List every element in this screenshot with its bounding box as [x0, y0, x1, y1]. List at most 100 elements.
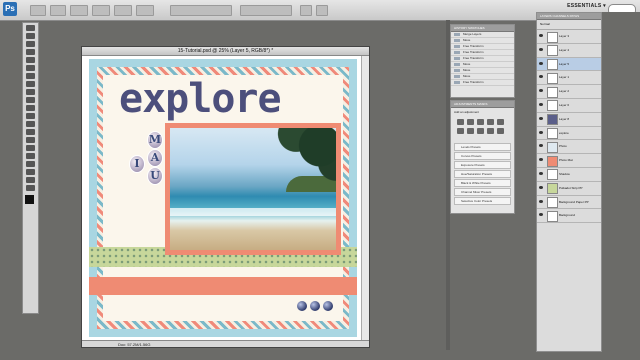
quick-select-tool-icon[interactable]	[26, 49, 35, 55]
visibility-eye-icon[interactable]	[539, 116, 543, 120]
document-title-tab[interactable]: 15-Tutorial.psd @ 25% (Layer 5, RGB/8*) …	[82, 47, 369, 56]
options-toggle-button[interactable]	[316, 5, 328, 16]
layer-row[interactable]: Layer 4	[537, 44, 601, 58]
path-select-tool-icon[interactable]	[26, 153, 35, 159]
eraser-tool-icon[interactable]	[26, 105, 35, 111]
history-state-label: Move	[463, 38, 471, 42]
layer-row[interactable]: Background Paper PP	[537, 196, 601, 210]
status-bar: Doc: 57.2M/1.56G	[82, 340, 369, 347]
letter-circle: U	[147, 167, 163, 185]
layer-thumbnail	[547, 197, 558, 209]
options-field[interactable]	[240, 5, 292, 16]
visibility-eye-icon[interactable]	[539, 199, 543, 203]
hand-tool-icon[interactable]	[26, 177, 35, 183]
layer-row[interactable]: Photo Mat	[537, 154, 601, 168]
layer-row[interactable]: Shadow	[537, 168, 601, 182]
foreground-color-swatch[interactable]	[25, 195, 34, 204]
layer-row[interactable]: Polkadot Strip PP	[537, 182, 601, 196]
zoom-tool-button[interactable]	[136, 5, 154, 16]
history-brush-tool-icon[interactable]	[26, 97, 35, 103]
layer-row[interactable]: Layer 8	[537, 113, 601, 127]
layer-thumbnail	[547, 45, 558, 57]
mini-bridge-button[interactable]	[50, 5, 66, 16]
visibility-eye-icon[interactable]	[539, 34, 543, 37]
crop-tool-icon[interactable]	[26, 57, 35, 63]
history-panel-tabs[interactable]: HISTORY SWATCHES	[451, 25, 514, 32]
pen-tool-icon[interactable]	[26, 137, 35, 143]
document-window: 15-Tutorial.psd @ 25% (Layer 5, RGB/8*) …	[81, 46, 370, 348]
layer-row[interactable]: Layer 3	[537, 30, 601, 44]
levels-icon[interactable]	[467, 119, 474, 125]
workspace-switcher[interactable]: ESSENTIALS ▾	[567, 3, 606, 9]
type-tool-icon[interactable]	[26, 145, 35, 151]
layers-panel-tabs[interactable]: LAYERS CHANNELS PATHS	[537, 13, 601, 20]
layer-row[interactable]: Photo	[537, 140, 601, 155]
color-balance-icon[interactable]	[467, 128, 474, 134]
channel-mixer-icon[interactable]	[497, 128, 504, 134]
visibility-eye-icon[interactable]	[539, 171, 543, 175]
healing-brush-tool-icon[interactable]	[26, 73, 35, 79]
adjustment-preset[interactable]: Levels Presets	[454, 143, 511, 151]
marquee-tool-icon[interactable]	[26, 33, 35, 39]
blend-mode-select[interactable]: Normal	[537, 20, 601, 30]
adjustment-preset[interactable]: Curves Presets	[454, 152, 511, 160]
layer-row[interactable]: Background	[537, 209, 601, 224]
adjustment-preset[interactable]: Channel Mixer Presets	[454, 188, 511, 196]
adjustment-preset[interactable]: Selective Color Presets	[454, 197, 511, 205]
check-button[interactable]	[300, 5, 312, 16]
gradient-tool-icon[interactable]	[26, 113, 35, 119]
move-tool-icon[interactable]	[26, 25, 35, 31]
zoom-level-button[interactable]	[92, 5, 110, 16]
options-field[interactable]	[170, 5, 232, 16]
layer-thumbnail	[547, 72, 558, 84]
eyedropper-tool-icon[interactable]	[26, 65, 35, 71]
exposure-icon[interactable]	[487, 119, 494, 125]
visibility-eye-icon[interactable]	[539, 185, 543, 189]
layer-row[interactable]: Layer 2	[537, 85, 601, 99]
history-state[interactable]: Free Transform	[451, 80, 514, 86]
photo-filter-icon[interactable]	[487, 128, 494, 134]
adjustments-panel-tabs[interactable]: ADJUSTMENTS MASKS	[451, 101, 514, 108]
vibrance-icon[interactable]	[497, 119, 504, 125]
photoshop-window: Ps ESSENTIALS ▾ 15-Tutorial.psd @ 25% (L…	[0, 0, 640, 360]
dodge-tool-icon[interactable]	[26, 129, 35, 135]
layer-row[interactable]: Layer 1	[537, 71, 601, 86]
history-state-icon	[454, 45, 460, 48]
adjustment-preset[interactable]: Exposure Presets	[454, 161, 511, 169]
shape-tool-icon[interactable]	[26, 161, 35, 167]
visibility-eye-icon[interactable]	[539, 102, 543, 106]
hand-tool-button[interactable]	[114, 5, 132, 16]
layer-row[interactable]: Layer 6	[537, 99, 601, 113]
zoom-tool-icon[interactable]	[26, 185, 35, 191]
layer-row[interactable]: explore	[537, 127, 601, 141]
bridge-button[interactable]	[30, 5, 46, 16]
scrapbook-canvas[interactable]: explore M A U I	[89, 59, 357, 337]
brush-tool-icon[interactable]	[26, 81, 35, 87]
history-state-label: Free Transform	[463, 50, 484, 54]
black-white-icon[interactable]	[477, 128, 484, 134]
visibility-eye-icon[interactable]	[539, 47, 543, 51]
visibility-eye-icon[interactable]	[539, 75, 543, 79]
visibility-eye-icon[interactable]	[539, 61, 543, 65]
layer-thumbnail	[547, 169, 558, 181]
adjustment-preset[interactable]: Black & White Presets	[454, 179, 511, 187]
blur-tool-icon[interactable]	[26, 121, 35, 127]
history-state-icon	[454, 57, 460, 60]
history-panel: HISTORY SWATCHES Merge Layers Move Free Tr…	[450, 24, 515, 98]
3d-rotate-tool-icon[interactable]	[26, 169, 35, 175]
visibility-eye-icon[interactable]	[539, 213, 543, 217]
layer-thumbnail	[547, 86, 558, 98]
visibility-eye-icon[interactable]	[539, 89, 543, 93]
lasso-tool-icon[interactable]	[26, 41, 35, 47]
hue-saturation-icon[interactable]	[457, 128, 464, 134]
clone-stamp-tool-icon[interactable]	[26, 89, 35, 95]
adjustment-preset[interactable]: Hue/Saturation Presets	[454, 170, 511, 178]
visibility-eye-icon[interactable]	[539, 130, 543, 134]
curves-icon[interactable]	[477, 119, 484, 125]
layer-row[interactable]: Layer 5	[537, 57, 601, 72]
visibility-eye-icon[interactable]	[539, 158, 543, 162]
vertical-scrollbar[interactable]	[361, 56, 369, 340]
brightness-contrast-icon[interactable]	[457, 119, 464, 125]
extras-button[interactable]	[70, 5, 88, 16]
visibility-eye-icon[interactable]	[539, 144, 543, 148]
